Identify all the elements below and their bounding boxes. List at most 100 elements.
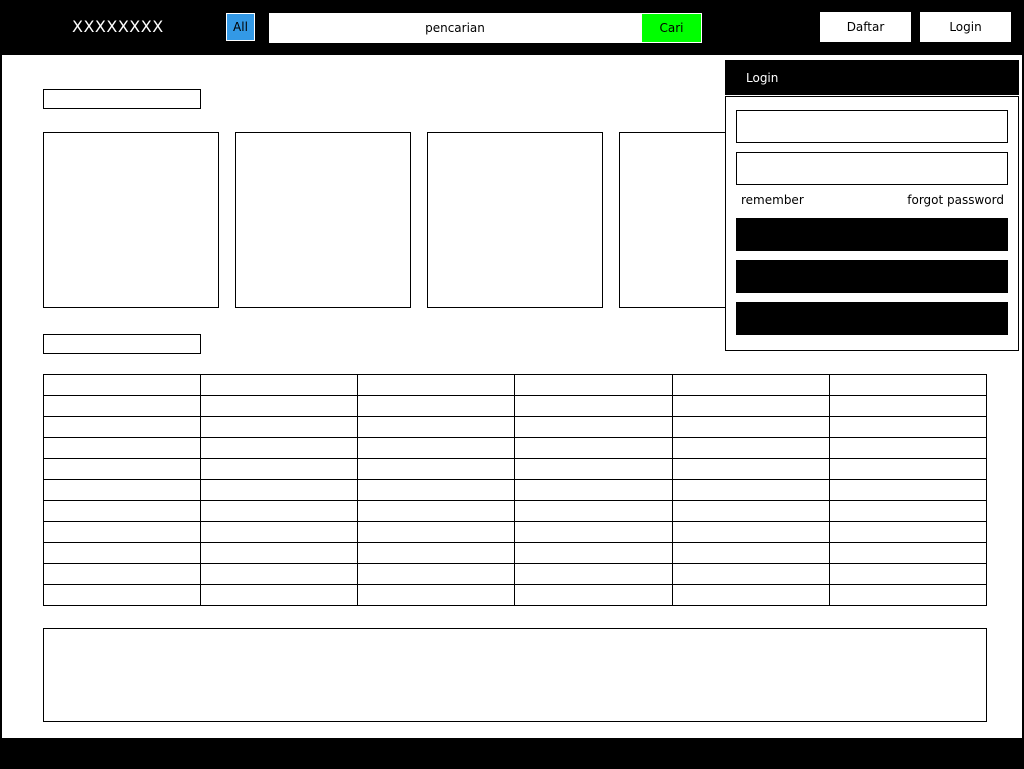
table-row — [42, 395, 988, 417]
table-cell — [514, 437, 673, 459]
table-cell — [42, 458, 202, 480]
table-cell — [671, 395, 830, 417]
login-submit-button[interactable] — [736, 218, 1008, 251]
table-cell — [42, 563, 202, 585]
table-row — [42, 458, 988, 480]
table-cell — [671, 521, 830, 543]
username-field[interactable] — [736, 110, 1008, 143]
category-all-button[interactable]: All — [226, 13, 255, 41]
table-row — [42, 416, 988, 438]
forgot-password-link[interactable]: forgot password — [907, 193, 1004, 207]
table-cell — [671, 500, 830, 522]
section-title-placeholder — [43, 89, 201, 109]
table-row — [42, 521, 988, 543]
site-logo[interactable]: XXXXXXXX — [72, 17, 164, 36]
login-panel-button[interactable] — [736, 302, 1008, 335]
table-cell — [828, 500, 988, 522]
product-card[interactable] — [235, 132, 411, 308]
login-panel-button[interactable] — [736, 260, 1008, 293]
table-cell — [42, 521, 202, 543]
table-cell — [671, 479, 830, 501]
product-card[interactable] — [43, 132, 219, 308]
table-cell — [514, 416, 673, 438]
table-cell — [200, 437, 359, 459]
table-cell — [828, 563, 988, 585]
table-cell — [357, 374, 516, 396]
table-cell — [514, 563, 673, 585]
table-cell — [671, 416, 830, 438]
table-cell — [671, 374, 830, 396]
table-cell — [828, 416, 988, 438]
table-row — [42, 584, 988, 606]
table-cell — [42, 584, 202, 606]
table-row — [42, 479, 988, 501]
remember-checkbox-label[interactable]: remember — [741, 193, 804, 207]
section-title-placeholder — [43, 334, 201, 354]
table-cell — [200, 500, 359, 522]
top-navbar: XXXXXXXX All Cari Daftar Login — [0, 0, 1024, 55]
table-cell — [200, 542, 359, 564]
password-field[interactable] — [736, 152, 1008, 185]
table-cell — [514, 479, 673, 501]
table-cell — [357, 458, 516, 480]
table-cell — [357, 416, 516, 438]
register-button[interactable]: Daftar — [820, 12, 911, 42]
table-cell — [671, 458, 830, 480]
table-cell — [200, 479, 359, 501]
table-cell — [514, 458, 673, 480]
table-cell — [200, 416, 359, 438]
table-cell — [828, 395, 988, 417]
table-cell — [200, 458, 359, 480]
table-cell — [828, 521, 988, 543]
login-panel: remember forgot password — [725, 96, 1019, 351]
table-cell — [828, 542, 988, 564]
table-cell — [828, 479, 988, 501]
login-panel-header: Login — [725, 60, 1019, 95]
bottom-bar — [0, 738, 1024, 769]
table-cell — [200, 563, 359, 585]
table-cell — [357, 479, 516, 501]
table-cell — [671, 437, 830, 459]
table-cell — [514, 374, 673, 396]
table-cell — [357, 395, 516, 417]
table-cell — [42, 395, 202, 417]
table-cell — [671, 542, 830, 564]
data-table — [42, 374, 988, 606]
table-cell — [200, 521, 359, 543]
table-cell — [42, 374, 202, 396]
table-cell — [357, 542, 516, 564]
table-cell — [514, 542, 673, 564]
table-cell — [357, 500, 516, 522]
table-cell — [514, 395, 673, 417]
table-cell — [357, 584, 516, 606]
table-row — [42, 437, 988, 459]
table-cell — [671, 584, 830, 606]
table-cell — [514, 584, 673, 606]
table-cell — [828, 374, 988, 396]
search-input[interactable] — [269, 13, 641, 43]
footer-content-box — [43, 628, 987, 722]
table-cell — [200, 374, 359, 396]
login-button[interactable]: Login — [920, 12, 1011, 42]
table-cell — [514, 500, 673, 522]
table-cell — [828, 584, 988, 606]
table-row — [42, 500, 988, 522]
table-cell — [671, 563, 830, 585]
table-cell — [200, 584, 359, 606]
table-cell — [357, 437, 516, 459]
product-card[interactable] — [427, 132, 603, 308]
search-button[interactable]: Cari — [641, 13, 702, 43]
table-cell — [42, 479, 202, 501]
table-cell — [357, 563, 516, 585]
table-cell — [828, 458, 988, 480]
login-panel-title: Login — [746, 70, 779, 85]
table-cell — [514, 521, 673, 543]
table-row — [42, 563, 988, 585]
table-cell — [828, 437, 988, 459]
table-cell — [200, 395, 359, 417]
table-cell — [42, 437, 202, 459]
table-row — [42, 542, 988, 564]
table-cell — [42, 542, 202, 564]
table-row — [42, 374, 988, 396]
table-cell — [42, 500, 202, 522]
